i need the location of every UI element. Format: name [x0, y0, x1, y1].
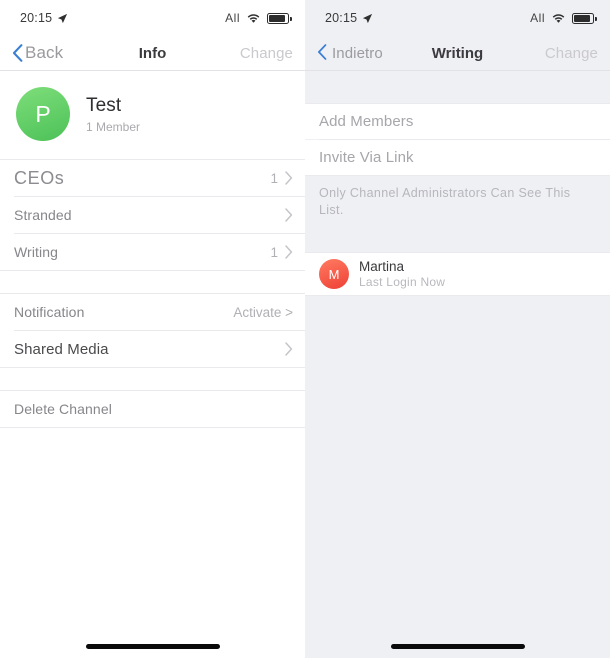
change-button[interactable]: Change: [240, 45, 293, 62]
list-item-writing[interactable]: Writing 1: [0, 234, 305, 270]
list-item-notification[interactable]: Notification Activate >: [0, 294, 305, 330]
location-arrow-icon: [362, 13, 373, 24]
section-gap: [305, 230, 610, 252]
list-item-accessory: [285, 342, 293, 356]
section-gap: [305, 71, 610, 103]
list-item-label: Shared Media: [14, 340, 109, 358]
list-item-count: 1: [270, 170, 278, 186]
carrier-label: All: [530, 11, 545, 25]
wifi-icon: [551, 13, 566, 24]
invite-via-link-button[interactable]: Invite Via Link: [305, 140, 610, 175]
status-bar-right-group: All: [225, 11, 292, 25]
chevron-left-icon: [317, 44, 328, 62]
nav-bar-right: Indietro Writing Change: [305, 36, 610, 70]
chevron-left-icon: [12, 44, 23, 62]
home-indicator: [85, 644, 220, 649]
list-item-ceos[interactable]: CEOs 1: [0, 160, 305, 196]
list-item-label: CEOs: [14, 167, 65, 188]
notification-value: Activate >: [233, 304, 293, 320]
list-item-stranded[interactable]: Stranded: [0, 197, 305, 233]
list-item-shared-media[interactable]: Shared Media: [0, 331, 305, 367]
section-gap: [0, 368, 305, 390]
members-footnote-container: Only Channel Administrators Can See This…: [305, 176, 610, 230]
channel-header-text: Test 1 Member: [86, 95, 140, 134]
chevron-right-icon: [285, 342, 293, 356]
add-members-label: Add Members: [319, 113, 414, 130]
section-divider: [305, 295, 610, 296]
nav-bar-left: Back Info Change: [0, 36, 305, 70]
list-item-label: Notification: [14, 304, 85, 320]
section-divider: [0, 427, 305, 428]
invite-via-link-label: Invite Via Link: [319, 149, 414, 166]
list-item-label: Writing: [14, 244, 59, 260]
back-button[interactable]: Indietro: [317, 44, 383, 62]
list-item-member[interactable]: M Martina Last Login Now: [305, 253, 610, 295]
member-name: Martina: [359, 259, 405, 274]
dual-screenshot-container: 20:15 All Back Info Change P Test 1 Memb…: [0, 0, 610, 658]
add-members-button[interactable]: Add Members: [305, 104, 610, 139]
channel-header[interactable]: P Test 1 Member: [0, 71, 305, 159]
delete-channel-label: Delete Channel: [14, 401, 112, 417]
section-gap: [0, 271, 305, 293]
list-item-accessory: [278, 208, 293, 222]
member-last-login: Last Login Now: [359, 275, 446, 289]
change-button[interactable]: Change: [545, 45, 598, 62]
home-indicator: [390, 644, 525, 649]
location-arrow-icon: [57, 13, 68, 24]
carrier-label: All: [225, 11, 240, 25]
list-item-label: Stranded: [14, 207, 72, 223]
status-bar-right-group: All: [530, 11, 597, 25]
status-bar-right: 20:15 All: [305, 0, 610, 36]
channel-member-count: 1 Member: [86, 119, 141, 134]
battery-icon: [572, 12, 597, 24]
avatar: M: [319, 259, 349, 289]
list-item-accessory: 1: [270, 245, 293, 260]
chevron-right-icon: [285, 208, 293, 222]
chevron-right-icon: [285, 171, 293, 185]
back-button-label: Indietro: [332, 44, 383, 62]
member-text: Martina Last Login Now: [359, 259, 445, 289]
status-bar-left: 20:15 All: [0, 0, 305, 36]
status-bar-left-group: 20:15: [325, 11, 373, 25]
list-item-count: 1: [270, 244, 278, 260]
wifi-icon: [246, 13, 261, 24]
members-footnote: Only Channel Administrators Can See This…: [319, 186, 571, 217]
status-time: 20:15: [20, 11, 53, 25]
status-time: 20:15: [325, 11, 358, 25]
list-item-accessory: 1: [270, 171, 293, 186]
avatar: P: [16, 87, 70, 141]
back-button-label: Back: [25, 43, 64, 62]
back-button[interactable]: Back: [12, 43, 63, 63]
chevron-right-icon: [285, 245, 293, 259]
status-bar-left-group: 20:15: [20, 11, 68, 25]
channel-name: Test: [86, 94, 122, 116]
right-phone-screen: 20:15 All Indietro Writing Change Add Me…: [305, 0, 610, 658]
list-item-accessory: Activate >: [233, 305, 293, 320]
delete-channel-button[interactable]: Delete Channel: [0, 391, 305, 427]
battery-icon: [267, 12, 292, 24]
left-phone-screen: 20:15 All Back Info Change P Test 1 Memb…: [0, 0, 305, 658]
